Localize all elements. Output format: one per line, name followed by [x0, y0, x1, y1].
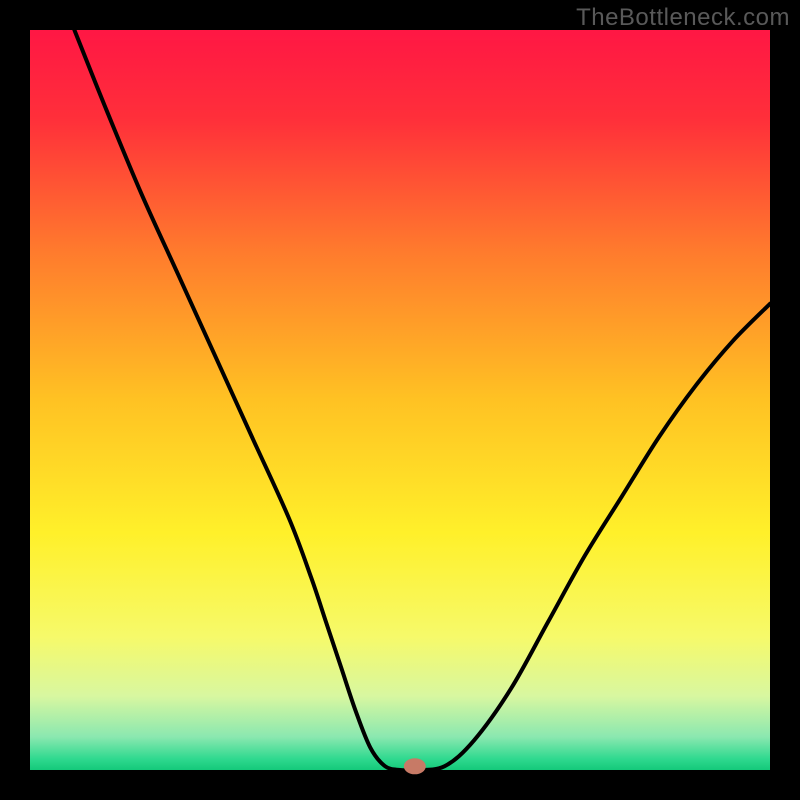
optimal-point-marker: [404, 758, 426, 774]
chart-frame: TheBottleneck.com: [0, 0, 800, 800]
watermark-text: TheBottleneck.com: [576, 4, 790, 32]
chart-canvas: [0, 0, 800, 800]
plot-background: [30, 30, 770, 770]
